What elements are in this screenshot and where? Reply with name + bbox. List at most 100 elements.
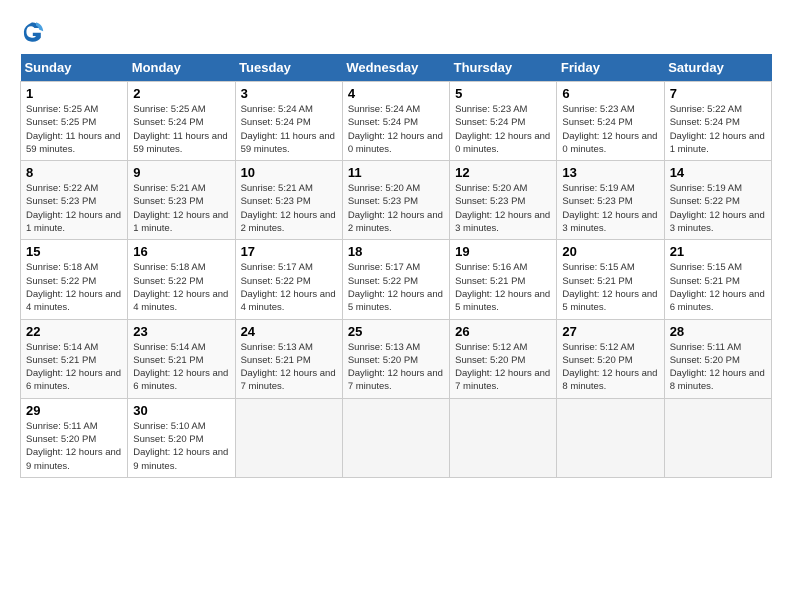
logo bbox=[20, 20, 48, 44]
day-number: 26 bbox=[455, 324, 551, 339]
day-info: Sunrise: 5:21 AM Sunset: 5:23 PM Dayligh… bbox=[133, 182, 229, 235]
day-number: 7 bbox=[670, 86, 766, 101]
day-info: Sunrise: 5:17 AM Sunset: 5:22 PM Dayligh… bbox=[241, 261, 337, 314]
day-header-friday: Friday bbox=[557, 54, 664, 82]
calendar-week-row: 22 Sunrise: 5:14 AM Sunset: 5:21 PM Dayli… bbox=[21, 319, 772, 398]
day-number: 8 bbox=[26, 165, 122, 180]
day-number: 22 bbox=[26, 324, 122, 339]
calendar-cell: 6 Sunrise: 5:23 AM Sunset: 5:24 PM Daylig… bbox=[557, 82, 664, 161]
day-info: Sunrise: 5:24 AM Sunset: 5:24 PM Dayligh… bbox=[348, 103, 444, 156]
day-info: Sunrise: 5:18 AM Sunset: 5:22 PM Dayligh… bbox=[133, 261, 229, 314]
calendar-cell: 13Sunrise: 5:19 AM Sunset: 5:23 PM Dayli… bbox=[557, 161, 664, 240]
day-header-sunday: Sunday bbox=[21, 54, 128, 82]
day-number: 3 bbox=[241, 86, 337, 101]
calendar-cell: 2 Sunrise: 5:25 AM Sunset: 5:24 PM Daylig… bbox=[128, 82, 235, 161]
day-info: Sunrise: 5:23 AM Sunset: 5:24 PM Dayligh… bbox=[455, 103, 551, 156]
calendar-week-row: 29 Sunrise: 5:11 AM Sunset: 5:20 PM Dayli… bbox=[21, 398, 772, 477]
day-info: Sunrise: 5:12 AM Sunset: 5:20 PM Dayligh… bbox=[455, 341, 551, 394]
calendar-cell: 27 Sunrise: 5:12 AM Sunset: 5:20 PM Dayli… bbox=[557, 319, 664, 398]
day-header-tuesday: Tuesday bbox=[235, 54, 342, 82]
calendar-cell: 26 Sunrise: 5:12 AM Sunset: 5:20 PM Dayli… bbox=[450, 319, 557, 398]
day-number: 13 bbox=[562, 165, 658, 180]
day-info: Sunrise: 5:12 AM Sunset: 5:20 PM Dayligh… bbox=[562, 341, 658, 394]
day-info: Sunrise: 5:13 AM Sunset: 5:21 PM Dayligh… bbox=[241, 341, 337, 394]
day-info: Sunrise: 5:19 AM Sunset: 5:22 PM Dayligh… bbox=[670, 182, 766, 235]
calendar-cell bbox=[342, 398, 449, 477]
calendar-cell: 4Sunrise: 5:24 AM Sunset: 5:24 PM Daylig… bbox=[342, 82, 449, 161]
day-number: 28 bbox=[670, 324, 766, 339]
page-header bbox=[20, 20, 772, 44]
day-number: 24 bbox=[241, 324, 337, 339]
day-info: Sunrise: 5:23 AM Sunset: 5:24 PM Dayligh… bbox=[562, 103, 658, 156]
day-info: Sunrise: 5:14 AM Sunset: 5:21 PM Dayligh… bbox=[26, 341, 122, 394]
day-number: 23 bbox=[133, 324, 229, 339]
day-info: Sunrise: 5:15 AM Sunset: 5:21 PM Dayligh… bbox=[562, 261, 658, 314]
day-number: 2 bbox=[133, 86, 229, 101]
day-number: 6 bbox=[562, 86, 658, 101]
calendar-cell bbox=[235, 398, 342, 477]
calendar-cell bbox=[557, 398, 664, 477]
day-number: 20 bbox=[562, 244, 658, 259]
day-number: 1 bbox=[26, 86, 122, 101]
day-header-thursday: Thursday bbox=[450, 54, 557, 82]
day-header-wednesday: Wednesday bbox=[342, 54, 449, 82]
day-info: Sunrise: 5:22 AM Sunset: 5:24 PM Dayligh… bbox=[670, 103, 766, 156]
day-number: 17 bbox=[241, 244, 337, 259]
calendar-cell: 7 Sunrise: 5:22 AM Sunset: 5:24 PM Daylig… bbox=[664, 82, 771, 161]
calendar-cell bbox=[450, 398, 557, 477]
calendar-cell: 10 Sunrise: 5:21 AM Sunset: 5:23 PM Dayli… bbox=[235, 161, 342, 240]
day-info: Sunrise: 5:11 AM Sunset: 5:20 PM Dayligh… bbox=[26, 420, 122, 473]
day-info: Sunrise: 5:20 AM Sunset: 5:23 PM Dayligh… bbox=[348, 182, 444, 235]
calendar-cell: 19Sunrise: 5:16 AM Sunset: 5:21 PM Dayli… bbox=[450, 240, 557, 319]
day-info: Sunrise: 5:25 AM Sunset: 5:25 PM Dayligh… bbox=[26, 103, 122, 156]
calendar-header-row: SundayMondayTuesdayWednesdayThursdayFrid… bbox=[21, 54, 772, 82]
day-number: 14 bbox=[670, 165, 766, 180]
day-info: Sunrise: 5:18 AM Sunset: 5:22 PM Dayligh… bbox=[26, 261, 122, 314]
calendar-cell: 8 Sunrise: 5:22 AM Sunset: 5:23 PM Daylig… bbox=[21, 161, 128, 240]
day-number: 27 bbox=[562, 324, 658, 339]
day-info: Sunrise: 5:14 AM Sunset: 5:21 PM Dayligh… bbox=[133, 341, 229, 394]
day-header-monday: Monday bbox=[128, 54, 235, 82]
day-info: Sunrise: 5:22 AM Sunset: 5:23 PM Dayligh… bbox=[26, 182, 122, 235]
day-info: Sunrise: 5:25 AM Sunset: 5:24 PM Dayligh… bbox=[133, 103, 229, 156]
day-number: 5 bbox=[455, 86, 551, 101]
calendar-cell: 20 Sunrise: 5:15 AM Sunset: 5:21 PM Dayli… bbox=[557, 240, 664, 319]
day-info: Sunrise: 5:13 AM Sunset: 5:20 PM Dayligh… bbox=[348, 341, 444, 394]
calendar-cell: 11Sunrise: 5:20 AM Sunset: 5:23 PM Dayli… bbox=[342, 161, 449, 240]
logo-icon bbox=[20, 20, 44, 44]
calendar-cell: 21 Sunrise: 5:15 AM Sunset: 5:21 PM Dayli… bbox=[664, 240, 771, 319]
day-info: Sunrise: 5:15 AM Sunset: 5:21 PM Dayligh… bbox=[670, 261, 766, 314]
calendar-cell: 18Sunrise: 5:17 AM Sunset: 5:22 PM Dayli… bbox=[342, 240, 449, 319]
calendar-cell bbox=[664, 398, 771, 477]
calendar-cell: 14 Sunrise: 5:19 AM Sunset: 5:22 PM Dayli… bbox=[664, 161, 771, 240]
calendar-week-row: 8 Sunrise: 5:22 AM Sunset: 5:23 PM Daylig… bbox=[21, 161, 772, 240]
day-info: Sunrise: 5:21 AM Sunset: 5:23 PM Dayligh… bbox=[241, 182, 337, 235]
calendar-cell: 1 Sunrise: 5:25 AM Sunset: 5:25 PM Daylig… bbox=[21, 82, 128, 161]
calendar-cell: 5 Sunrise: 5:23 AM Sunset: 5:24 PM Daylig… bbox=[450, 82, 557, 161]
day-number: 21 bbox=[670, 244, 766, 259]
calendar-cell: 9Sunrise: 5:21 AM Sunset: 5:23 PM Daylig… bbox=[128, 161, 235, 240]
calendar-cell: 25Sunrise: 5:13 AM Sunset: 5:20 PM Dayli… bbox=[342, 319, 449, 398]
day-info: Sunrise: 5:11 AM Sunset: 5:20 PM Dayligh… bbox=[670, 341, 766, 394]
day-info: Sunrise: 5:16 AM Sunset: 5:21 PM Dayligh… bbox=[455, 261, 551, 314]
calendar-cell: 15 Sunrise: 5:18 AM Sunset: 5:22 PM Dayli… bbox=[21, 240, 128, 319]
day-number: 16 bbox=[133, 244, 229, 259]
day-number: 30 bbox=[133, 403, 229, 418]
day-number: 10 bbox=[241, 165, 337, 180]
calendar-cell: 28 Sunrise: 5:11 AM Sunset: 5:20 PM Dayli… bbox=[664, 319, 771, 398]
calendar-cell: 30Sunrise: 5:10 AM Sunset: 5:20 PM Dayli… bbox=[128, 398, 235, 477]
calendar-cell: 29 Sunrise: 5:11 AM Sunset: 5:20 PM Dayli… bbox=[21, 398, 128, 477]
calendar-table: SundayMondayTuesdayWednesdayThursdayFrid… bbox=[20, 54, 772, 478]
day-info: Sunrise: 5:20 AM Sunset: 5:23 PM Dayligh… bbox=[455, 182, 551, 235]
day-number: 29 bbox=[26, 403, 122, 418]
calendar-cell: 16 Sunrise: 5:18 AM Sunset: 5:22 PM Dayli… bbox=[128, 240, 235, 319]
day-header-saturday: Saturday bbox=[664, 54, 771, 82]
day-number: 15 bbox=[26, 244, 122, 259]
calendar-cell: 3Sunrise: 5:24 AM Sunset: 5:24 PM Daylig… bbox=[235, 82, 342, 161]
calendar-cell: 24 Sunrise: 5:13 AM Sunset: 5:21 PM Dayli… bbox=[235, 319, 342, 398]
day-number: 18 bbox=[348, 244, 444, 259]
calendar-week-row: 15 Sunrise: 5:18 AM Sunset: 5:22 PM Dayli… bbox=[21, 240, 772, 319]
calendar-cell: 12Sunrise: 5:20 AM Sunset: 5:23 PM Dayli… bbox=[450, 161, 557, 240]
calendar-cell: 22 Sunrise: 5:14 AM Sunset: 5:21 PM Dayli… bbox=[21, 319, 128, 398]
calendar-cell: 17 Sunrise: 5:17 AM Sunset: 5:22 PM Dayli… bbox=[235, 240, 342, 319]
